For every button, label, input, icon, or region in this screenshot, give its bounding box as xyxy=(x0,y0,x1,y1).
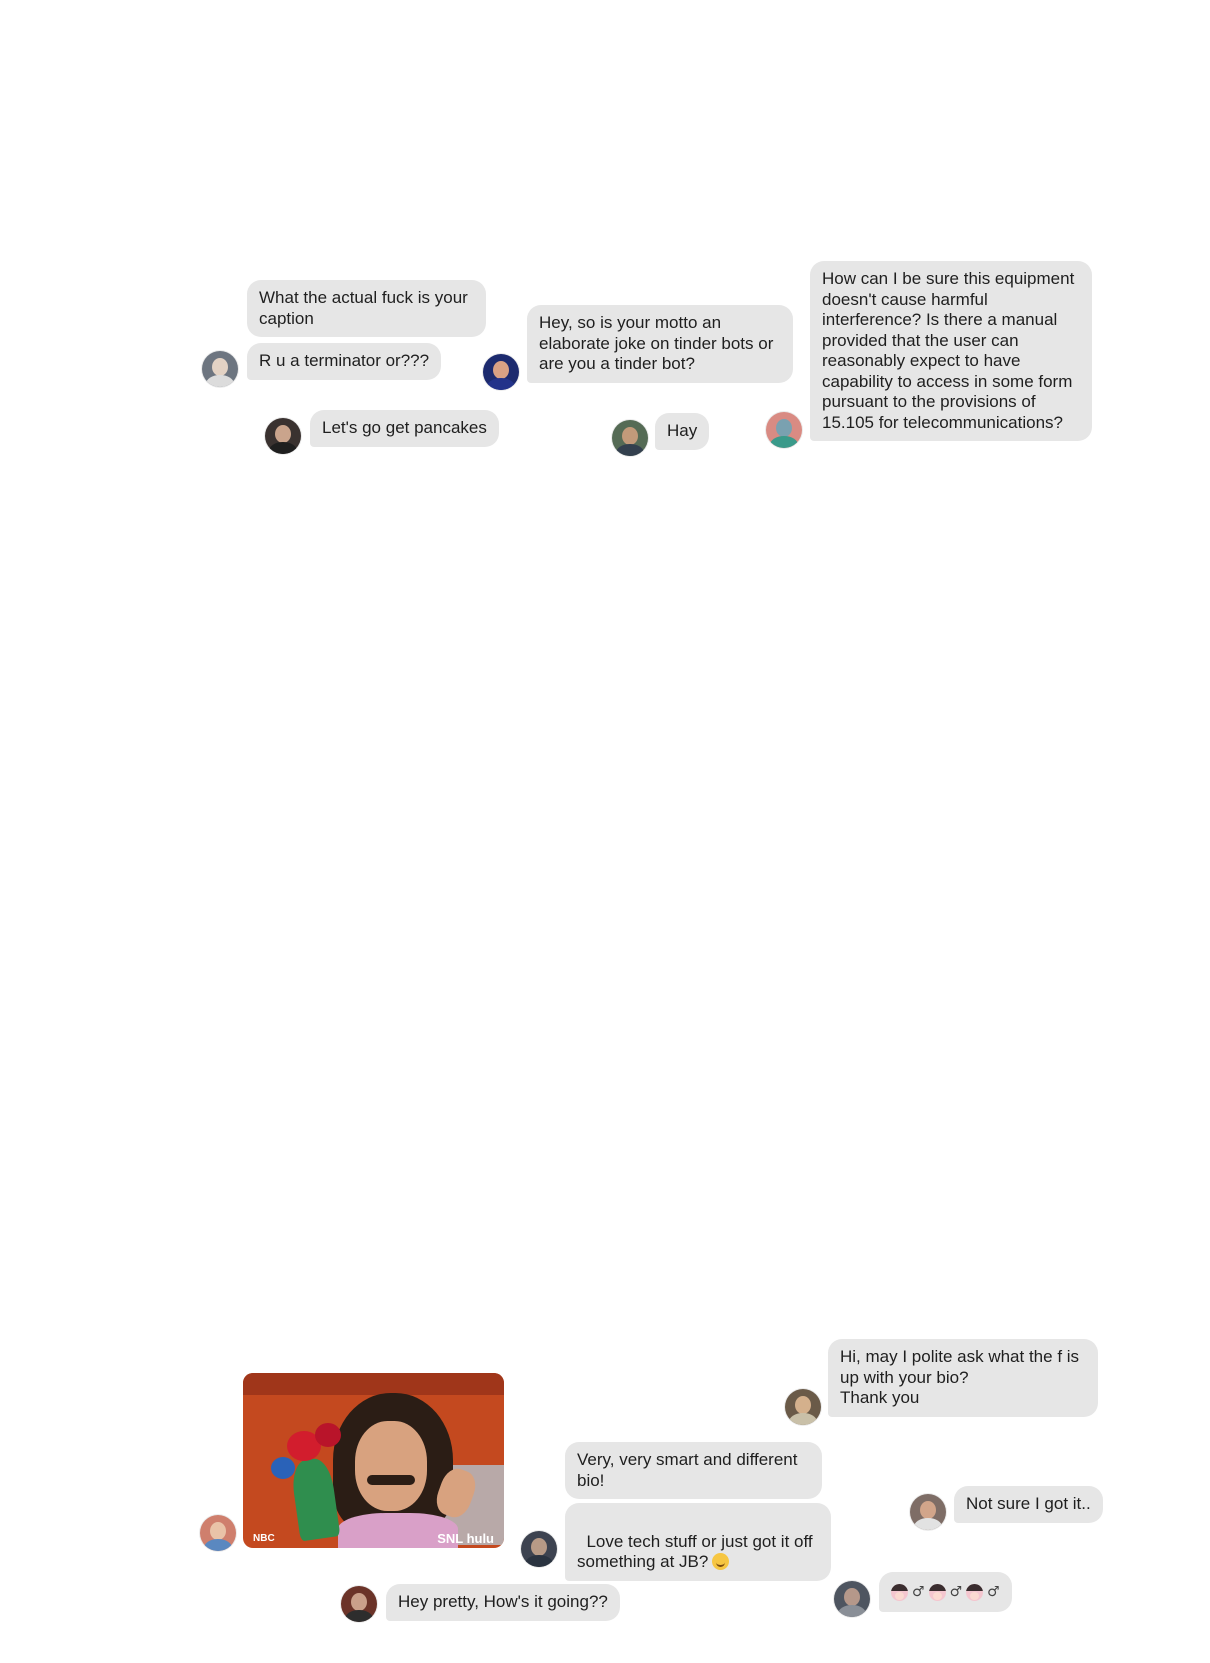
woman-face-emoji-icon xyxy=(966,1583,984,1601)
avatar-body xyxy=(345,1610,373,1622)
message-text: Love tech stuff or just got it off somet… xyxy=(577,1531,818,1572)
avatar[interactable] xyxy=(200,1515,236,1551)
message-bubble-caption: What the actual fuck is your caption xyxy=(247,280,486,337)
avatar[interactable] xyxy=(785,1389,821,1425)
avatar-face xyxy=(493,361,509,379)
woman-face-emoji-icon xyxy=(891,1583,908,1601)
avatar-face xyxy=(844,1588,860,1606)
gif-mustache xyxy=(367,1475,415,1485)
avatar-face xyxy=(212,358,228,376)
avatar-body xyxy=(204,1539,232,1551)
avatar-face xyxy=(795,1396,811,1414)
male-sign-emoji-icon: ♂ xyxy=(987,1583,1000,1600)
message-bubble-emoji: ♂ ♂ ♂ xyxy=(879,1572,1012,1612)
message-bubble-pancakes: Let's go get pancakes xyxy=(310,410,499,447)
message-bubble-hay: Hay xyxy=(655,413,710,450)
avatar-face xyxy=(351,1593,367,1611)
avatar-body xyxy=(914,1518,942,1530)
avatar-body xyxy=(269,442,297,454)
avatar-body xyxy=(789,1413,817,1425)
gif-face xyxy=(355,1421,427,1511)
avatar-body xyxy=(616,444,644,456)
avatar[interactable] xyxy=(910,1494,946,1530)
avatar-face xyxy=(920,1501,936,1519)
message-bubble-equipment: How can I be sure this equipment doesn't… xyxy=(810,261,1092,441)
message-bubble-terminator: R u a terminator or??? xyxy=(247,343,442,380)
avatar[interactable] xyxy=(766,412,802,448)
message-bubble-tech: Love tech stuff or just got it off somet… xyxy=(565,1503,831,1581)
gif-watermark-snl-hulu: SNL hulu xyxy=(437,1531,494,1546)
avatar[interactable] xyxy=(483,354,519,390)
emoji-sequence: ♂ ♂ ♂ xyxy=(891,1582,1000,1603)
message-bubble-not-sure: Not sure I got it.. xyxy=(954,1486,1103,1523)
avatar[interactable] xyxy=(612,420,648,456)
avatar[interactable] xyxy=(341,1586,377,1622)
avatar-face xyxy=(622,427,638,445)
male-sign-emoji-icon: ♂ xyxy=(949,1583,963,1600)
avatar-body xyxy=(525,1555,553,1567)
woman-face-emoji-icon xyxy=(928,1583,946,1601)
gif-wall xyxy=(243,1373,504,1395)
gif-watermark-nbc: NBC xyxy=(253,1533,275,1544)
smiling-face-emoji-icon xyxy=(712,1553,730,1570)
gif-blue-rose xyxy=(271,1457,295,1479)
message-bubble-smart: Very, very smart and different bio! xyxy=(565,1442,822,1499)
gif-red-rose xyxy=(315,1423,341,1447)
avatar-body xyxy=(770,436,798,448)
avatar[interactable] xyxy=(202,351,238,387)
male-sign-emoji-icon: ♂ xyxy=(912,1583,925,1600)
avatar[interactable] xyxy=(521,1531,557,1567)
message-bubble-polite: Hi, may I polite ask what the f is up wi… xyxy=(828,1339,1098,1417)
avatar-body xyxy=(206,375,234,387)
avatar-body xyxy=(487,378,515,390)
avatar-face xyxy=(776,419,792,437)
message-bubble-pretty: Hey pretty, How's it going?? xyxy=(386,1584,620,1621)
avatar[interactable] xyxy=(834,1581,870,1617)
avatar[interactable] xyxy=(265,418,301,454)
avatar-face xyxy=(531,1538,547,1556)
avatar-face xyxy=(210,1522,226,1540)
avatar-face xyxy=(275,425,291,443)
message-bubble-motto: Hey, so is your motto an elaborate joke … xyxy=(527,305,793,383)
gif-message[interactable]: NBC SNL hulu xyxy=(243,1373,504,1548)
avatar-body xyxy=(838,1605,866,1617)
